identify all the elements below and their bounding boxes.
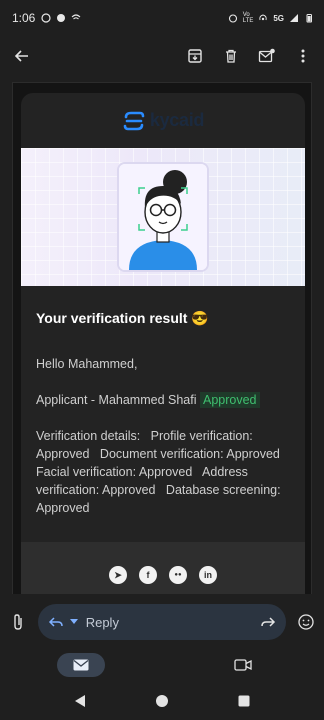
verification-banner [21, 148, 305, 286]
home-circle-icon[interactable] [155, 694, 169, 708]
network-type: 5G [273, 13, 284, 23]
facebook-icon[interactable]: f [139, 566, 157, 584]
email-content-frame[interactable]: kycaid Your verification result 😎 Hello … [12, 82, 312, 594]
archive-icon [188, 49, 202, 63]
status-time: 1:06 [12, 11, 36, 25]
attachment-icon [14, 614, 22, 630]
applicant-name: Applicant - Mahammed Shafi [36, 393, 197, 407]
messenger-icon [57, 14, 66, 22]
hotspot-icon [259, 14, 268, 21]
whatsapp-icon [41, 13, 51, 23]
archive-button[interactable] [184, 45, 206, 67]
arrow-back-icon [14, 50, 28, 62]
back-triangle-icon[interactable] [74, 694, 86, 708]
person-avatar-icon [119, 164, 207, 270]
mark-unread-icon [258, 48, 275, 63]
email-body: Hello Mahammed, Applicant - Mahammed Sha… [36, 355, 296, 517]
kycaid-logo-icon [123, 111, 145, 130]
mark-unread-button[interactable] [256, 45, 278, 67]
email-card: kycaid Your verification result 😎 Hello … [21, 93, 305, 594]
status-badge: Approved [199, 392, 260, 408]
reply-bar: Reply [0, 594, 324, 650]
portrait-illustration [117, 162, 209, 272]
verification-details: Verification details: Profile verificati… [36, 429, 291, 515]
battery-icon [306, 14, 312, 23]
system-icons: Vo LTE 5G [228, 12, 314, 24]
linkedin-icon[interactable]: in [199, 566, 217, 584]
email-heading: Your verification result 😎 [36, 310, 209, 327]
more-vert-icon [301, 49, 305, 63]
brand-name: kycaid [149, 110, 205, 130]
bottom-navigation [0, 650, 324, 680]
attach-button[interactable] [8, 612, 28, 632]
video-camera-icon [234, 659, 252, 671]
app-bar-actions [184, 45, 314, 67]
signal-icon [290, 14, 298, 22]
applicant-line: Applicant - Mahammed Shafi Approved [36, 391, 296, 409]
back-button[interactable] [10, 44, 34, 68]
sunglasses-emoji-icon: 😎 [191, 310, 209, 326]
delete-button[interactable] [220, 45, 242, 67]
chevron-down-icon[interactable] [69, 619, 78, 625]
delete-icon [226, 49, 236, 63]
reply-input[interactable]: Reply [37, 604, 287, 640]
reply-icon [48, 617, 63, 627]
emoji-reaction-button[interactable] [296, 612, 316, 632]
mail-tab[interactable] [57, 653, 105, 677]
medium-icon[interactable]: ●● [169, 566, 187, 584]
meet-tab[interactable] [219, 653, 267, 677]
system-navigation-bar [0, 682, 324, 720]
forward-icon[interactable] [260, 615, 276, 629]
wifi-calling-icon [71, 14, 81, 20]
brand-logo: kycaid [21, 93, 305, 148]
notification-icons [41, 13, 81, 23]
status-bar: 1:06 Vo LTE 5G [0, 0, 324, 36]
recents-square-icon[interactable] [238, 695, 250, 707]
telegram-icon[interactable]: ➤ [109, 566, 127, 584]
social-links: ➤ f ●● in [21, 566, 305, 584]
mail-icon [73, 659, 89, 671]
more-options-button[interactable] [292, 45, 314, 67]
greeting: Hello Mahammed, [36, 357, 138, 371]
smiley-icon [298, 614, 314, 630]
app-bar [0, 36, 324, 76]
email-footer: ➤ f ●● in [21, 542, 305, 594]
volte-icon: Vo LTE [242, 12, 254, 24]
alarm-icon [228, 14, 237, 23]
email-heading-text: Your verification result [36, 310, 188, 326]
reply-label: Reply [85, 614, 119, 630]
